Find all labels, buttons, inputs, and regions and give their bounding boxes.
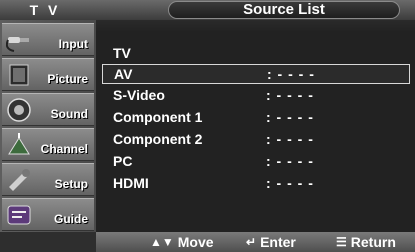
sidebar-item-channel[interactable]: Channel: [2, 128, 94, 161]
sidebar-item-setup[interactable]: Setup: [2, 163, 94, 196]
source-name: S-Video: [113, 87, 165, 103]
return-icon: ☰: [336, 235, 347, 249]
source-name: TV: [113, 45, 131, 61]
source-row-hdmi[interactable]: HDMI : - - - -: [102, 174, 410, 194]
source-name: PC: [113, 153, 133, 169]
tv-osd-menu: T V Source List Input Picture Sound Chan…: [0, 0, 415, 252]
source-row-pc[interactable]: PC : - - - -: [102, 152, 410, 172]
sidebar-item-label: Sound: [50, 107, 88, 121]
antenna-icon: [8, 133, 30, 155]
move-hint: ▲▼ Move: [150, 232, 214, 252]
help-bar: ▲▼ Move ↵ Enter ☰ Return: [96, 232, 415, 252]
source-value: : - - - -: [266, 87, 314, 103]
picture-icon: [9, 64, 29, 86]
source-name: Component 2: [113, 131, 203, 147]
setup-icon: [9, 169, 30, 191]
mode-title: T V: [29, 2, 61, 18]
source-row-component-2[interactable]: Component 2 : - - - -: [102, 130, 410, 150]
source-name: AV: [114, 66, 133, 82]
source-value: : - - - -: [266, 131, 314, 147]
move-label: Move: [177, 234, 214, 250]
source-list-panel: TV AV : - - - - S-Video : - - - - Compon…: [96, 20, 415, 232]
source-value: : - - - -: [266, 175, 314, 191]
sidebar-item-label: Picture: [47, 72, 88, 86]
return-label: Return: [350, 234, 396, 250]
sidebar-item-guide[interactable]: Guide: [2, 198, 94, 231]
source-row-s-video[interactable]: S-Video : - - - -: [102, 86, 410, 106]
sidebar-item-sound[interactable]: Sound: [2, 93, 94, 126]
enter-hint: ↵ Enter: [246, 232, 296, 252]
sidebar-item-input[interactable]: Input: [2, 23, 94, 56]
return-hint: ☰ Return: [336, 232, 396, 252]
source-value: : - - - -: [267, 66, 315, 82]
sidebar-item-label: Setup: [54, 177, 88, 191]
page-title: Source List: [243, 1, 325, 18]
source-row-component-1[interactable]: Component 1 : - - - -: [102, 108, 410, 128]
speaker-icon: [7, 98, 31, 122]
sidebar-item-label: Input: [58, 37, 88, 51]
sidebar-item-picture[interactable]: Picture: [2, 58, 94, 91]
up-down-arrow-icon: ▲▼: [150, 235, 174, 249]
enter-label: Enter: [260, 234, 296, 250]
source-row-av[interactable]: AV : - - - -: [102, 64, 410, 84]
sidebar-menu: Input Picture Sound Channel Setup Guide: [0, 20, 96, 232]
source-value: : - - - -: [266, 153, 314, 169]
source-value: : - - - -: [266, 109, 314, 125]
source-name: Component 1: [113, 109, 203, 125]
sidebar-item-label: Channel: [40, 142, 88, 156]
enter-icon: ↵: [246, 235, 257, 249]
source-row-tv[interactable]: TV: [102, 44, 410, 64]
sidebar-item-label: Guide: [53, 212, 88, 226]
program-guide-icon: [7, 205, 31, 225]
source-name: HDMI: [113, 175, 149, 191]
input-cable-icon: [6, 37, 29, 52]
